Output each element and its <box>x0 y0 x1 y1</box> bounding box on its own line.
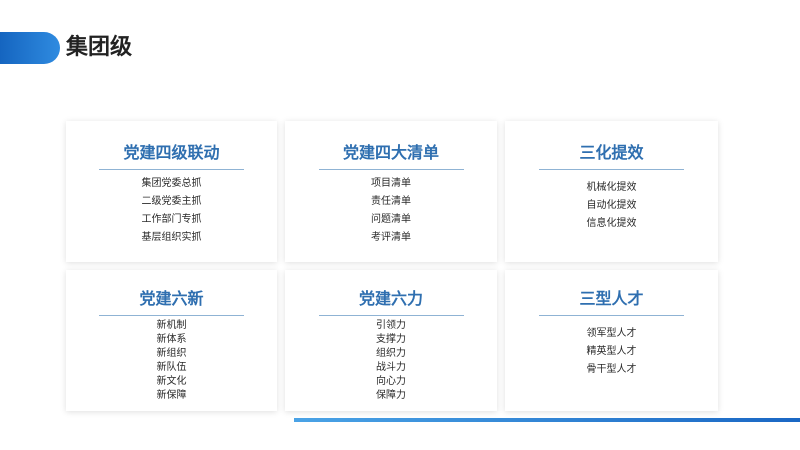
card-title: 党建六新 <box>139 289 204 308</box>
card-three-talent-types: 三型人才 领军型人才 精英型人才 骨干型人才 <box>505 270 718 411</box>
card-party-six-forces: 党建六力 引领力 支撑力 组织力 战斗力 向心力 保障力 <box>285 270 497 411</box>
list-item: 新队伍 <box>156 362 187 373</box>
list-item: 项目清单 <box>371 178 411 189</box>
card-divider <box>539 315 684 316</box>
card-divider <box>99 169 244 170</box>
list-item: 责任清单 <box>371 196 411 207</box>
list-item: 机械化提效 <box>586 182 637 193</box>
list-item: 新组织 <box>156 348 187 359</box>
card-three-efficiency: 三化提效 机械化提效 自动化提效 信息化提效 <box>505 121 718 262</box>
list-item: 精英型人才 <box>586 346 637 357</box>
header-accent-bar <box>0 32 60 64</box>
list-item: 领军型人才 <box>586 328 637 339</box>
card-list: 领军型人才 精英型人才 骨干型人才 <box>587 325 637 379</box>
list-item: 考评清单 <box>371 232 411 243</box>
card-list: 引领力 支撑力 组织力 战斗力 向心力 保障力 <box>376 319 406 403</box>
card-divider <box>318 169 464 170</box>
list-item: 新文化 <box>156 376 187 387</box>
card-list: 项目清单 责任清单 问题清单 考评清单 <box>371 175 411 247</box>
list-item: 引领力 <box>376 320 406 331</box>
list-item: 向心力 <box>376 376 406 387</box>
list-item: 组织力 <box>376 348 406 359</box>
bottom-accent-stripe <box>294 418 800 422</box>
card-title: 三型人才 <box>579 289 644 308</box>
list-item: 集团党委总抓 <box>141 178 202 189</box>
list-item: 保障力 <box>376 390 406 401</box>
list-item: 战斗力 <box>376 362 406 373</box>
page-title: 集团级 <box>66 35 133 60</box>
card-title: 党建四大清单 <box>342 143 439 162</box>
card-party-four-lists: 党建四大清单 项目清单 责任清单 问题清单 考评清单 <box>285 121 497 262</box>
card-title: 党建四级联动 <box>123 143 220 162</box>
card-list: 机械化提效 自动化提效 信息化提效 <box>587 179 637 233</box>
list-item: 基层组织实抓 <box>141 232 202 243</box>
card-title: 党建六力 <box>358 289 423 308</box>
list-item: 问题清单 <box>371 214 411 225</box>
list-item: 新体系 <box>156 334 187 345</box>
card-divider <box>539 169 684 170</box>
card-list: 新机制 新体系 新组织 新队伍 新文化 新保障 <box>157 319 187 403</box>
list-item: 骨干型人才 <box>586 364 637 375</box>
list-item: 新机制 <box>156 320 187 331</box>
list-item: 新保障 <box>156 390 187 401</box>
card-divider <box>99 315 244 316</box>
card-title: 三化提效 <box>579 143 644 162</box>
card-divider <box>318 315 464 316</box>
list-item: 工作部门专抓 <box>141 214 202 225</box>
card-list: 集团党委总抓 二级党委主抓 工作部门专抓 基层组织实抓 <box>142 175 202 247</box>
list-item: 支撑力 <box>376 334 406 345</box>
card-party-six-new: 党建六新 新机制 新体系 新组织 新队伍 新文化 新保障 <box>66 270 277 411</box>
card-grid: 党建四级联动 集团党委总抓 二级党委主抓 工作部门专抓 基层组织实抓 党建四大清… <box>66 121 718 411</box>
list-item: 二级党委主抓 <box>141 196 202 207</box>
list-item: 信息化提效 <box>586 218 637 229</box>
list-item: 自动化提效 <box>586 200 637 211</box>
card-party-four-level-linkage: 党建四级联动 集团党委总抓 二级党委主抓 工作部门专抓 基层组织实抓 <box>66 121 277 262</box>
